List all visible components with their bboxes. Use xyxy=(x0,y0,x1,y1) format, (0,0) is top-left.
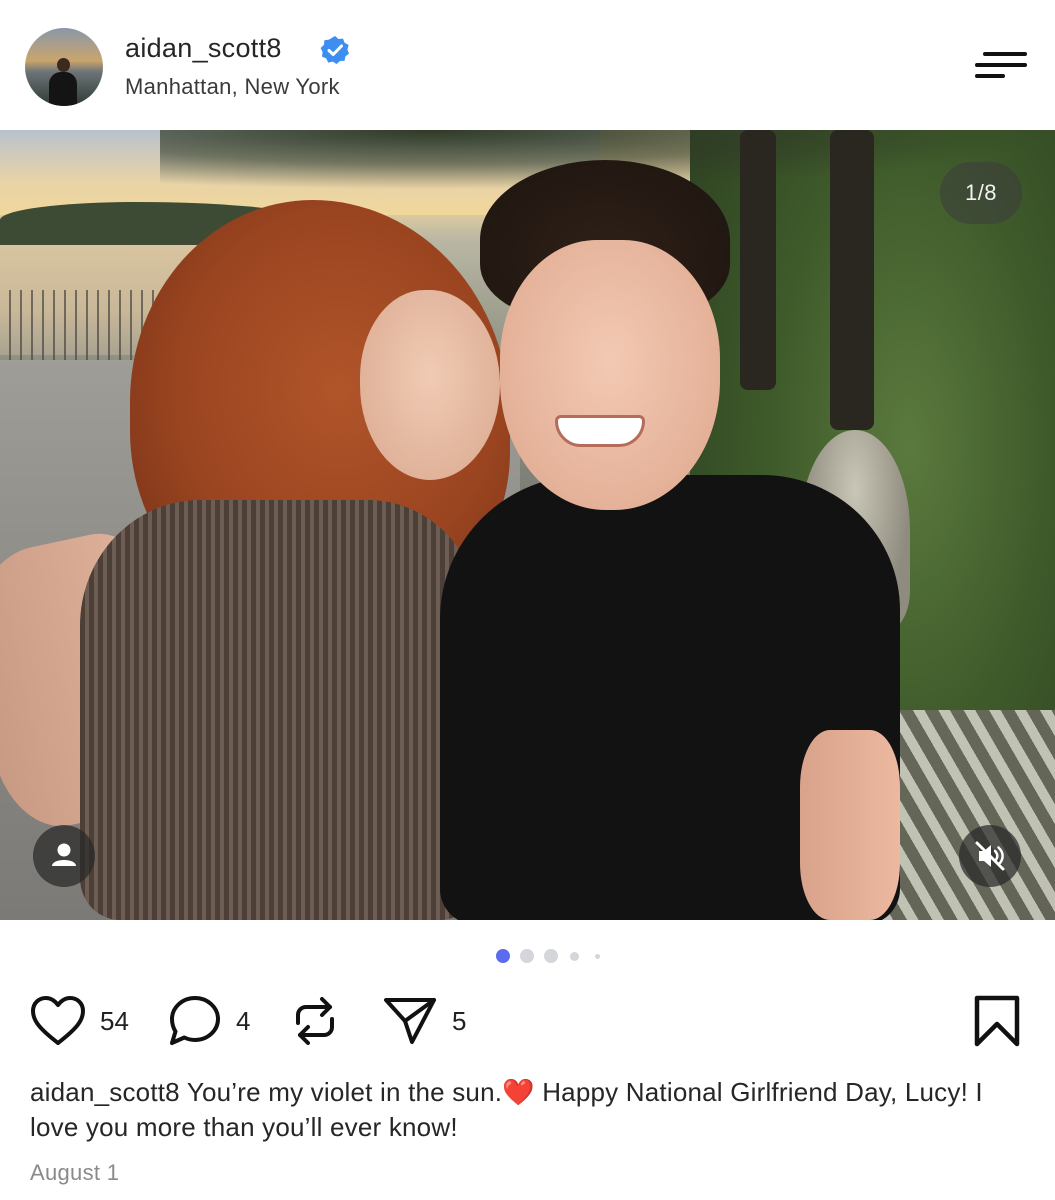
post-username[interactable]: aidan_scott8 xyxy=(125,33,282,64)
caption-text-start: You’re my violet in the sun. xyxy=(186,1077,503,1107)
woman-shirt xyxy=(80,500,480,920)
like-button[interactable]: 54 xyxy=(30,990,129,1052)
hamburger-menu-icon[interactable] xyxy=(975,50,1027,80)
comment-button[interactable]: 4 xyxy=(168,990,250,1052)
verified-badge-icon xyxy=(320,36,349,64)
mute-button[interactable] xyxy=(959,825,1021,887)
tagged-people-button[interactable] xyxy=(33,825,95,887)
carousel-counter: 1/8 xyxy=(940,162,1022,224)
carousel-dot xyxy=(595,954,600,959)
post-date: August 1 xyxy=(30,1160,120,1185)
share-count: 5 xyxy=(452,1005,467,1036)
carousel-dot xyxy=(544,949,558,963)
post-location[interactable]: Manhattan, New York xyxy=(125,74,340,100)
woman-face xyxy=(360,290,500,480)
repost-button[interactable] xyxy=(290,990,340,1052)
carousel-dot xyxy=(520,949,534,963)
man-face xyxy=(500,240,720,510)
heart-emoji: ❤️ xyxy=(502,1077,535,1107)
share-button[interactable]: 5 xyxy=(382,990,466,1052)
comment-count: 4 xyxy=(236,1005,251,1036)
send-icon xyxy=(384,998,436,1044)
post-header: aidan_scott8 Manhattan, New York xyxy=(0,0,1055,130)
carousel-indicator xyxy=(496,949,606,963)
man-smile xyxy=(555,415,645,447)
repost-icon xyxy=(296,997,334,1045)
carousel-dot-active xyxy=(496,949,510,963)
post-photo[interactable] xyxy=(0,130,1055,920)
avatar-photo xyxy=(48,58,78,106)
man-arm xyxy=(800,730,900,920)
carousel-dot xyxy=(570,952,579,961)
like-count: 54 xyxy=(100,1005,129,1036)
heart-icon xyxy=(31,996,85,1045)
bookmark-button[interactable] xyxy=(972,994,1022,1048)
bookmark-icon xyxy=(974,995,1020,1047)
speaker-muted-icon xyxy=(975,841,1005,871)
caption-username[interactable]: aidan_scott8 xyxy=(30,1077,180,1107)
comment-bubble-icon xyxy=(170,996,220,1045)
avatar[interactable] xyxy=(25,28,103,106)
post-caption: aidan_scott8 You’re my violet in the sun… xyxy=(30,1075,1020,1145)
person-icon xyxy=(52,843,76,866)
